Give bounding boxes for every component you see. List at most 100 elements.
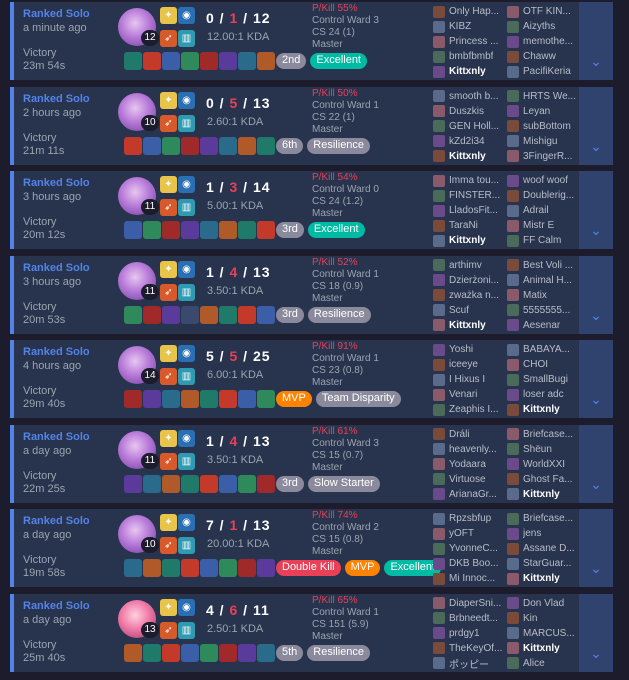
summoner-name[interactable]: Kittxnly xyxy=(523,404,560,415)
item-icon[interactable] xyxy=(238,643,256,662)
item-icon[interactable] xyxy=(219,221,237,239)
summoner-name[interactable]: iceeye xyxy=(449,359,478,370)
item-icon[interactable] xyxy=(143,474,161,493)
player-row[interactable]: Mistr E xyxy=(507,218,582,233)
item-icon[interactable] xyxy=(257,474,275,493)
player-row[interactable]: kZd2i34 xyxy=(433,134,508,149)
expand-button[interactable]: ⌄ xyxy=(579,255,613,334)
item-icon[interactable] xyxy=(143,221,161,239)
summoner-name[interactable]: KIBZ xyxy=(449,21,471,32)
match-card[interactable]: Ranked Solo a day ago Victory 19m 58s 10 ✦ ◉ ➶ ▥… xyxy=(10,509,613,587)
summoner-name[interactable]: Don Vlad xyxy=(523,598,564,609)
expand-button[interactable]: ⌄ xyxy=(579,171,613,249)
player-row[interactable]: 5555555... xyxy=(507,303,582,318)
player-row[interactable]: Yodaara xyxy=(433,457,508,472)
player-row[interactable]: Kittxnly xyxy=(507,641,582,656)
player-row[interactable]: Brbneedt... xyxy=(433,611,508,626)
secondary-rune-icon[interactable]: ▥ xyxy=(178,283,195,301)
item-icon[interactable] xyxy=(219,52,237,70)
item-icon[interactable] xyxy=(124,559,142,577)
empty-item-slot[interactable] xyxy=(181,305,199,324)
summoner-name[interactable]: Briefcase... xyxy=(523,513,573,524)
item-icon[interactable] xyxy=(238,305,256,324)
ignite-spell-icon[interactable]: ➶ xyxy=(160,621,177,639)
item-icon[interactable] xyxy=(162,305,180,324)
summoner-name[interactable]: bmbfbmbf xyxy=(449,51,493,62)
player-row[interactable]: jens xyxy=(507,526,582,541)
player-row[interactable]: Best Voli ... xyxy=(507,258,582,273)
player-row[interactable]: Virtuose xyxy=(433,472,508,487)
item-icon[interactable] xyxy=(181,221,199,239)
keystone-rune-icon[interactable]: ◉ xyxy=(178,176,195,193)
item-icon[interactable] xyxy=(219,474,237,493)
player-row[interactable]: 3FingerR... xyxy=(507,149,582,164)
summoner-name[interactable]: MARCUS... xyxy=(523,628,575,639)
summoner-name[interactable]: Dzierżoni... xyxy=(449,275,499,286)
item-icon[interactable] xyxy=(143,136,161,155)
player-row[interactable]: PacifiKeria xyxy=(507,64,582,79)
player-row[interactable]: GEN Holl... xyxy=(433,119,508,134)
summoner-name[interactable]: zważka n... xyxy=(449,290,499,301)
player-row[interactable]: Mishigu xyxy=(507,134,582,149)
keystone-rune-icon[interactable]: ◉ xyxy=(178,514,195,531)
player-row[interactable]: Dzierżoni... xyxy=(433,273,508,288)
summoner-name[interactable]: I Hixus I xyxy=(449,374,485,385)
player-row[interactable]: Aizyths xyxy=(507,19,582,34)
player-row[interactable]: smooth b... xyxy=(433,89,508,104)
summoner-name[interactable]: woof woof xyxy=(523,175,568,186)
summoner-name[interactable]: TaraNi xyxy=(449,220,478,231)
player-row[interactable]: Matix xyxy=(507,288,582,303)
item-icon[interactable] xyxy=(238,390,256,408)
summoner-name[interactable]: 5555555... xyxy=(523,305,570,316)
player-row[interactable]: zważka n... xyxy=(433,288,508,303)
item-icon[interactable] xyxy=(257,390,275,408)
summoner-name[interactable]: jens xyxy=(523,528,541,539)
summoner-name[interactable]: Yoshi xyxy=(449,344,473,355)
player-row[interactable]: MARCUS... xyxy=(507,626,582,641)
item-icon[interactable] xyxy=(143,559,161,577)
summoner-name[interactable]: Doublerig... xyxy=(523,190,574,201)
match-card[interactable]: Ranked Solo 2 hours ago Victory 21m 11s 10 ✦ ◉… xyxy=(10,86,613,165)
player-row[interactable]: StarGuar... xyxy=(507,556,582,571)
summoner-name[interactable]: ArianaGr... xyxy=(449,489,497,500)
item-icon[interactable] xyxy=(200,305,218,324)
summoner-name[interactable]: yOFT xyxy=(449,528,474,539)
summoner-name[interactable]: BABAYA... xyxy=(523,344,570,355)
summoner-name[interactable]: StarGuar... xyxy=(523,558,571,569)
player-row[interactable]: loser adc xyxy=(507,387,582,402)
ignite-spell-icon[interactable]: ➶ xyxy=(160,199,177,216)
summoner-name[interactable]: DiaperSni... xyxy=(449,598,501,609)
summoner-name[interactable]: Kittxnly xyxy=(523,573,560,584)
item-icon[interactable] xyxy=(143,643,161,662)
summoner-name[interactable]: 3FingerR... xyxy=(523,151,572,162)
summoner-name[interactable]: Shëun xyxy=(523,444,552,455)
summoner-name[interactable]: LladosFit... xyxy=(449,205,498,216)
item-icon[interactable] xyxy=(219,643,237,662)
player-row[interactable]: BABAYA... xyxy=(507,342,582,357)
ignite-spell-icon[interactable]: ➶ xyxy=(160,283,177,301)
summoner-name[interactable]: heavenly... xyxy=(449,444,497,455)
player-row[interactable]: Kittxnly xyxy=(507,402,582,417)
player-row[interactable]: TaraNi xyxy=(433,218,508,233)
summoner-name[interactable]: Mi Innoc... xyxy=(449,573,495,584)
player-row[interactable]: heavenly... xyxy=(433,442,508,457)
player-row[interactable]: Zeaphis I... xyxy=(433,402,508,417)
player-row[interactable]: Kittxnly xyxy=(507,571,582,586)
summoner-name[interactable]: Brbneedt... xyxy=(449,613,498,624)
item-icon[interactable] xyxy=(124,52,142,70)
player-row[interactable]: bmbfbmbf xyxy=(433,49,508,64)
flash-spell-icon[interactable]: ✦ xyxy=(160,345,177,362)
summoner-name[interactable]: memothe... xyxy=(523,36,573,47)
summoner-name[interactable]: WorldXXI xyxy=(523,459,565,470)
player-row[interactable]: Venari xyxy=(433,387,508,402)
player-row[interactable]: Assane D... xyxy=(507,541,582,556)
ignite-spell-icon[interactable]: ➶ xyxy=(160,452,177,470)
summoner-name[interactable]: Best Voli ... xyxy=(523,260,573,271)
player-row[interactable]: Scuf xyxy=(433,303,508,318)
summoner-name[interactable]: Rpzsbfup xyxy=(449,513,491,524)
player-row[interactable]: YvonneC... xyxy=(433,541,508,556)
ignite-spell-icon[interactable]: ➶ xyxy=(160,30,177,47)
expand-button[interactable]: ⌄ xyxy=(579,593,613,672)
player-row[interactable]: DiaperSni... xyxy=(433,596,508,611)
item-icon[interactable] xyxy=(181,52,199,70)
